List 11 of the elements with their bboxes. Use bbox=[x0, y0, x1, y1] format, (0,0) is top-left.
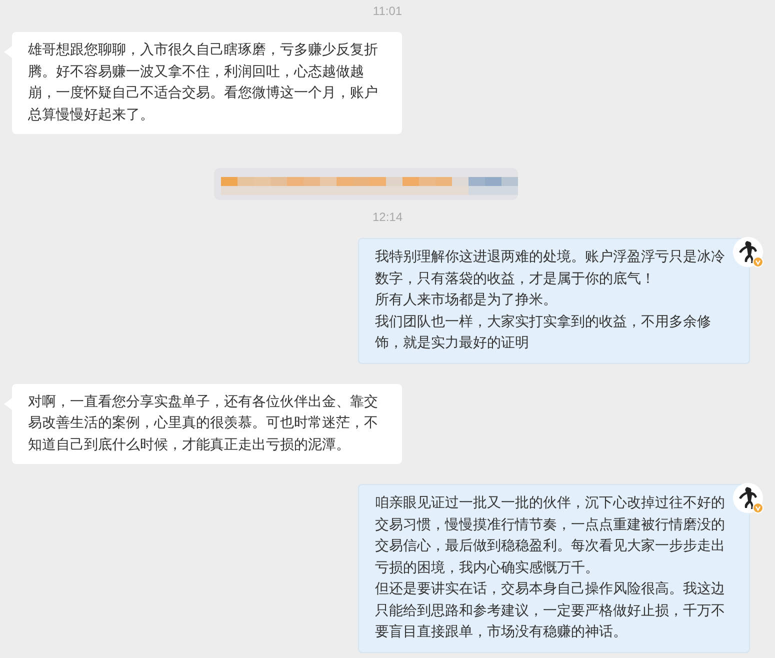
avatar-icon[interactable] bbox=[733, 483, 765, 515]
message-text: 对啊，一直看您分享实盘单子，还有各位伙伴出金、靠交易改善生活的案例，心里真的很羡慕。可也时常迷茫，不知道自己到底什么时候，才能真正走出亏损的泥潭。 bbox=[28, 392, 379, 454]
message-text: 咱亲眼见证过一批又一批的伙伴，沉下心改掉过往不好的交易习惯，慢慢摸准行情节奏，一点点重建被行情磨没的交易信心，最后做到稳稳盈利。每次看见大家一步步走出亏损的困境，我内心确实感慨万千。 bbox=[375, 494, 726, 578]
timestamp: 11:01 bbox=[372, 4, 402, 18]
message-text: 雄哥想跟您聊聊，入市很久自己瞎琢磨，亏多赚少反复折腾。好不容易赚一波又拿不住，利润回吐，心态越做越崩，一度怀疑自己不适合交易。看您微博这一个月，账户总算慢慢好起来了。 bbox=[28, 41, 379, 124]
avatar-icon[interactable] bbox=[733, 237, 765, 269]
message-text: 所有人来市场都是为了挣米。 bbox=[375, 291, 558, 310]
message-text: 但还是要讲实在话，交易本身自己操作风险很高。我这边只能给到思路和参考建议，一定要严格做好止损，千万不要盲目直接跟单，市场没有稳赚的神话。 bbox=[375, 580, 726, 642]
message-text: 我们团队也一样，大家实打实拿到的收益，不用多余修饰，就是实力最好的证明 bbox=[375, 312, 712, 353]
message-text: 我特别理解你这进退两难的处境。账户浮盈浮亏只是冰冷数字，只有落袋的收益，才是属于你的底气！ bbox=[375, 248, 726, 288]
timestamp: 12:14 bbox=[372, 210, 403, 224]
